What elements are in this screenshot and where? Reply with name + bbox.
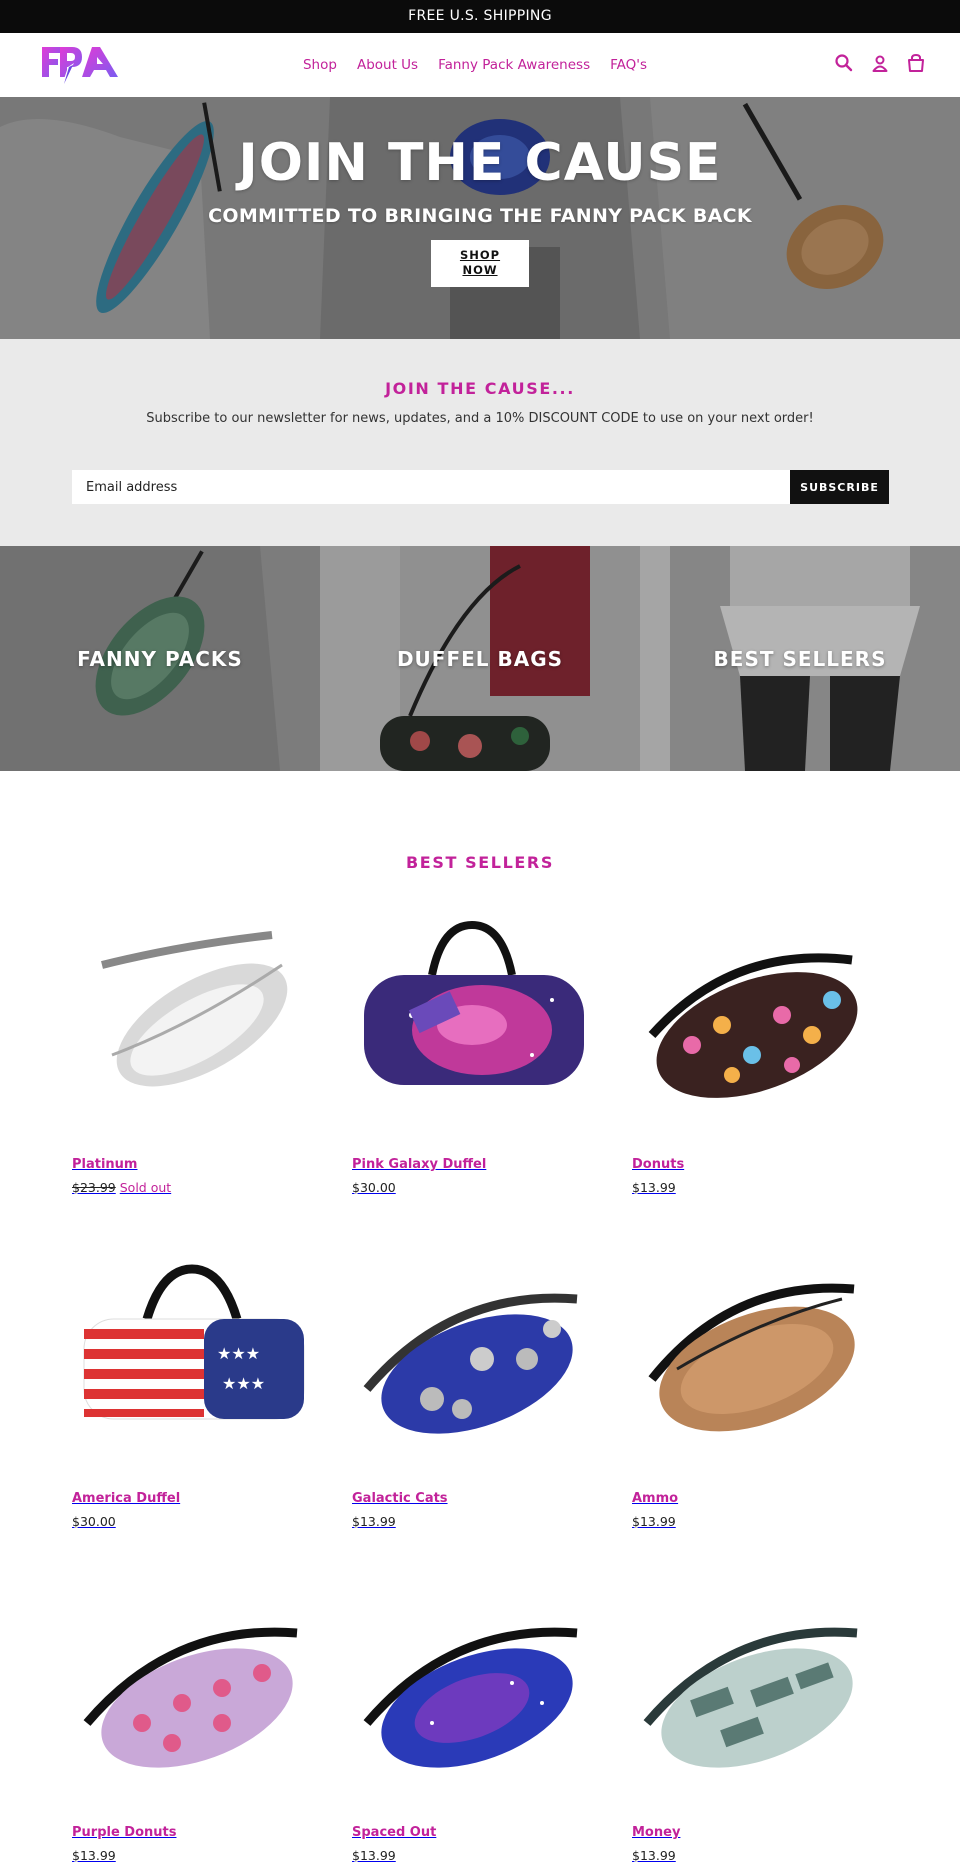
product-price-row: $13.99 [72,1848,312,1863]
product-grid: Platinum $23.99 Sold out Pink Galaxy Duff… [72,905,890,1875]
product-price: $13.99 [352,1848,396,1863]
product-name: Purple Donuts [72,1825,177,1840]
cart-icon[interactable] [906,53,926,73]
header-icons [834,53,926,73]
collection-tiles: FANNY PACKS DUFFEL BAGS BEST SELLERS [0,546,960,771]
hero-subtitle: COMMITTED TO BRINGING THE FANNY PACK BAC… [208,205,752,227]
product-image: ★★★ ★★★ [83,1264,305,1420]
product-card[interactable]: Ammo $13.99 [632,1239,872,1573]
svg-text:★★★: ★★★ [217,1344,260,1363]
product-image [83,1627,298,1768]
nav-about-us[interactable]: About Us [357,57,418,73]
product-image [363,1293,578,1434]
shop-now-label: SHOP NOW [459,248,501,277]
collection-fanny-packs[interactable]: FANNY PACKS [0,546,320,771]
newsletter-form: SUBSCRIBE [72,470,889,504]
product-card[interactable]: ★★★ ★★★ America Duffel $30.00 [72,1239,312,1573]
product-name: Donuts [632,1157,685,1172]
product-image [364,920,584,1085]
best-sellers-heading: BEST SELLERS [406,853,554,872]
nav-shop[interactable]: Shop [303,57,337,73]
svg-text:★★★: ★★★ [222,1374,265,1393]
product-card[interactable]: Pink Galaxy Duffel $30.00 [352,905,592,1239]
product-name: America Duffel [72,1491,181,1506]
product-name: Pink Galaxy Duffel [352,1157,487,1172]
newsletter-heading: JOIN THE CAUSE... [385,379,575,398]
shop-now-button[interactable]: SHOP NOW [431,240,529,287]
newsletter-section: JOIN THE CAUSE... Subscribe to our newsl… [0,339,960,546]
product-price: $13.99 [72,1848,116,1863]
product-price-row: $13.99 [352,1514,592,1529]
product-price: $23.99 [72,1180,116,1195]
search-icon[interactable] [834,53,854,73]
product-price: $13.99 [632,1514,676,1529]
product-name: Spaced Out [352,1825,437,1840]
hero-banner: JOIN THE CAUSE COMMITTED TO BRINGING THE… [0,97,960,339]
collection-label: DUFFEL BAGS [396,646,564,671]
product-card[interactable]: Galactic Cats $13.99 [352,1239,592,1573]
product-image [101,931,288,1087]
product-name: Money [632,1825,681,1840]
product-price: $13.99 [632,1848,676,1863]
product-image [648,1283,855,1432]
product-card[interactable]: Donuts $13.99 [632,905,872,1239]
product-card[interactable]: Platinum $23.99 Sold out [72,905,312,1239]
product-card[interactable]: Purple Donuts $13.99 [72,1573,312,1875]
collection-best-sellers[interactable]: BEST SELLERS [640,546,960,771]
collection-label: FANNY PACKS [77,646,243,671]
account-icon[interactable] [870,53,890,73]
announcement-bar: FREE U.S. SHIPPING [0,0,960,33]
product-price: $13.99 [632,1180,676,1195]
product-image [648,953,858,1098]
sold-out-badge: Sold out [119,1180,172,1195]
product-price: $30.00 [72,1514,116,1529]
collection-label: BEST SELLERS [713,646,887,671]
product-image [363,1627,578,1768]
site-header: Shop About Us Fanny Pack Awareness FAQ's [0,33,960,97]
collection-duffel-bags[interactable]: DUFFEL BAGS [320,546,640,771]
nav-fanny-pack-awareness[interactable]: Fanny Pack Awareness [438,57,590,73]
subscribe-button[interactable]: SUBSCRIBE [790,470,889,504]
hero-title: JOIN THE CAUSE [238,133,722,193]
main-nav: Shop About Us Fanny Pack Awareness FAQ's [0,33,960,97]
product-card[interactable]: Spaced Out $13.99 [352,1573,592,1875]
product-name: Platinum [72,1157,138,1172]
product-price-row: $13.99 [632,1180,872,1195]
product-price: $30.00 [352,1180,396,1195]
product-name: Galactic Cats [352,1491,448,1506]
product-price-row: $30.00 [352,1180,592,1195]
product-card[interactable]: Money $13.99 [632,1573,872,1875]
nav-faqs[interactable]: FAQ's [610,57,647,73]
product-image [643,1627,858,1768]
product-price-row: $13.99 [632,1514,872,1529]
product-price-row: $13.99 [352,1848,592,1863]
announcement-text: FREE U.S. SHIPPING [408,8,552,24]
product-price-row: $30.00 [72,1514,312,1529]
hero-content: JOIN THE CAUSE COMMITTED TO BRINGING THE… [0,97,960,339]
product-price-row: $23.99 Sold out [72,1180,312,1195]
product-price: $13.99 [352,1514,396,1529]
newsletter-text: Subscribe to our newsletter for news, up… [146,411,814,426]
email-input[interactable] [72,470,790,504]
product-name: Ammo [632,1491,679,1506]
product-price-row: $13.99 [632,1848,872,1863]
